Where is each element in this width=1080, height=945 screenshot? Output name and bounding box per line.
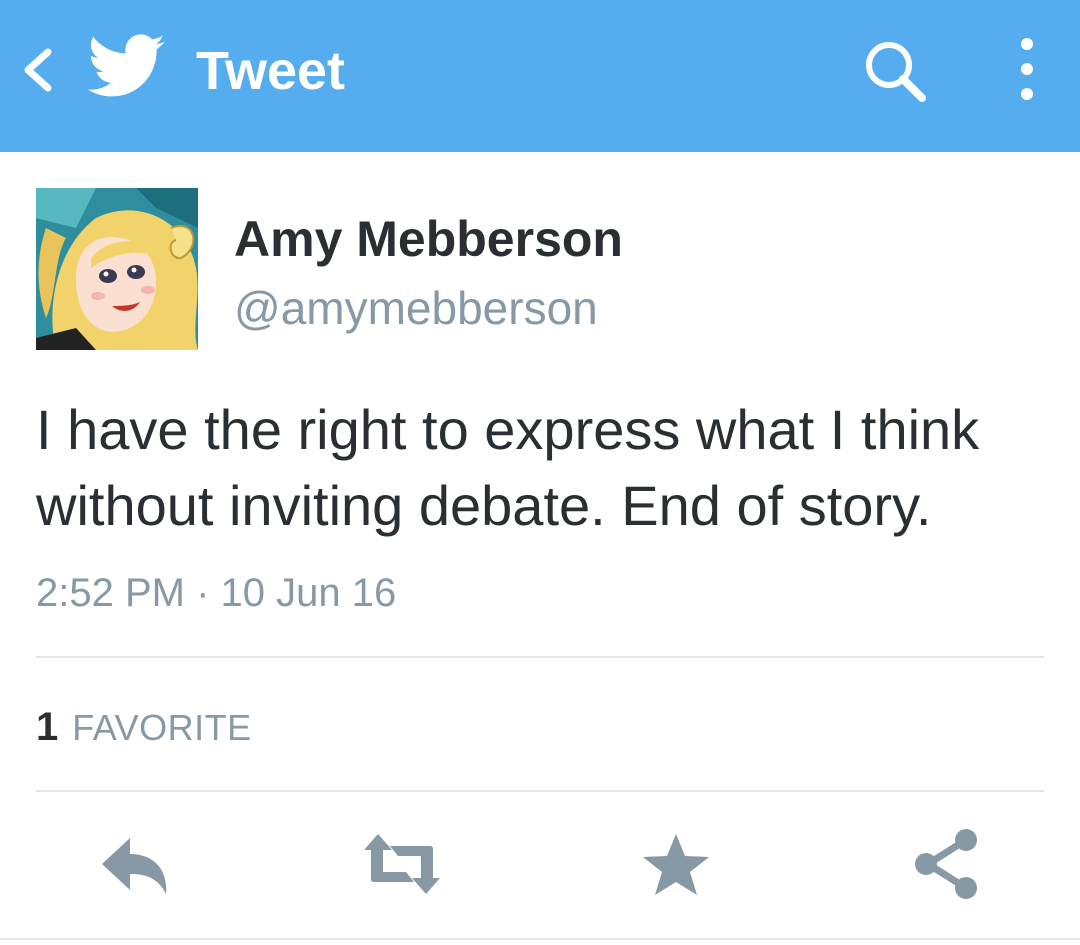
search-icon[interactable] [860, 36, 930, 106]
favorites-stat[interactable]: 1 FAVORITE [36, 702, 252, 761]
page-title: Tweet [196, 41, 346, 101]
reply-icon[interactable] [98, 828, 178, 900]
tweet-text: I have the right to express what I think… [36, 398, 980, 537]
favorites-count: 1 [36, 705, 59, 749]
favorites-label: FAVORITE [72, 707, 252, 748]
divider [36, 656, 1044, 658]
back-chevron-icon[interactable] [18, 46, 58, 94]
app-header: Tweet [0, 0, 1080, 152]
share-icon[interactable] [906, 828, 986, 900]
divider [36, 790, 1044, 792]
divider [0, 938, 1080, 940]
tweet-timestamp: 2:52 PM · 10 Jun 16 [36, 571, 397, 615]
twitter-bird-icon [87, 34, 166, 100]
more-vertical-icon[interactable] [1012, 36, 1042, 106]
author-handle[interactable]: @amymebberson [234, 280, 598, 336]
author-name[interactable]: Amy Mebberson [234, 210, 623, 268]
star-icon[interactable] [636, 828, 716, 900]
retweet-icon[interactable] [362, 828, 442, 900]
avatar[interactable] [36, 188, 198, 350]
